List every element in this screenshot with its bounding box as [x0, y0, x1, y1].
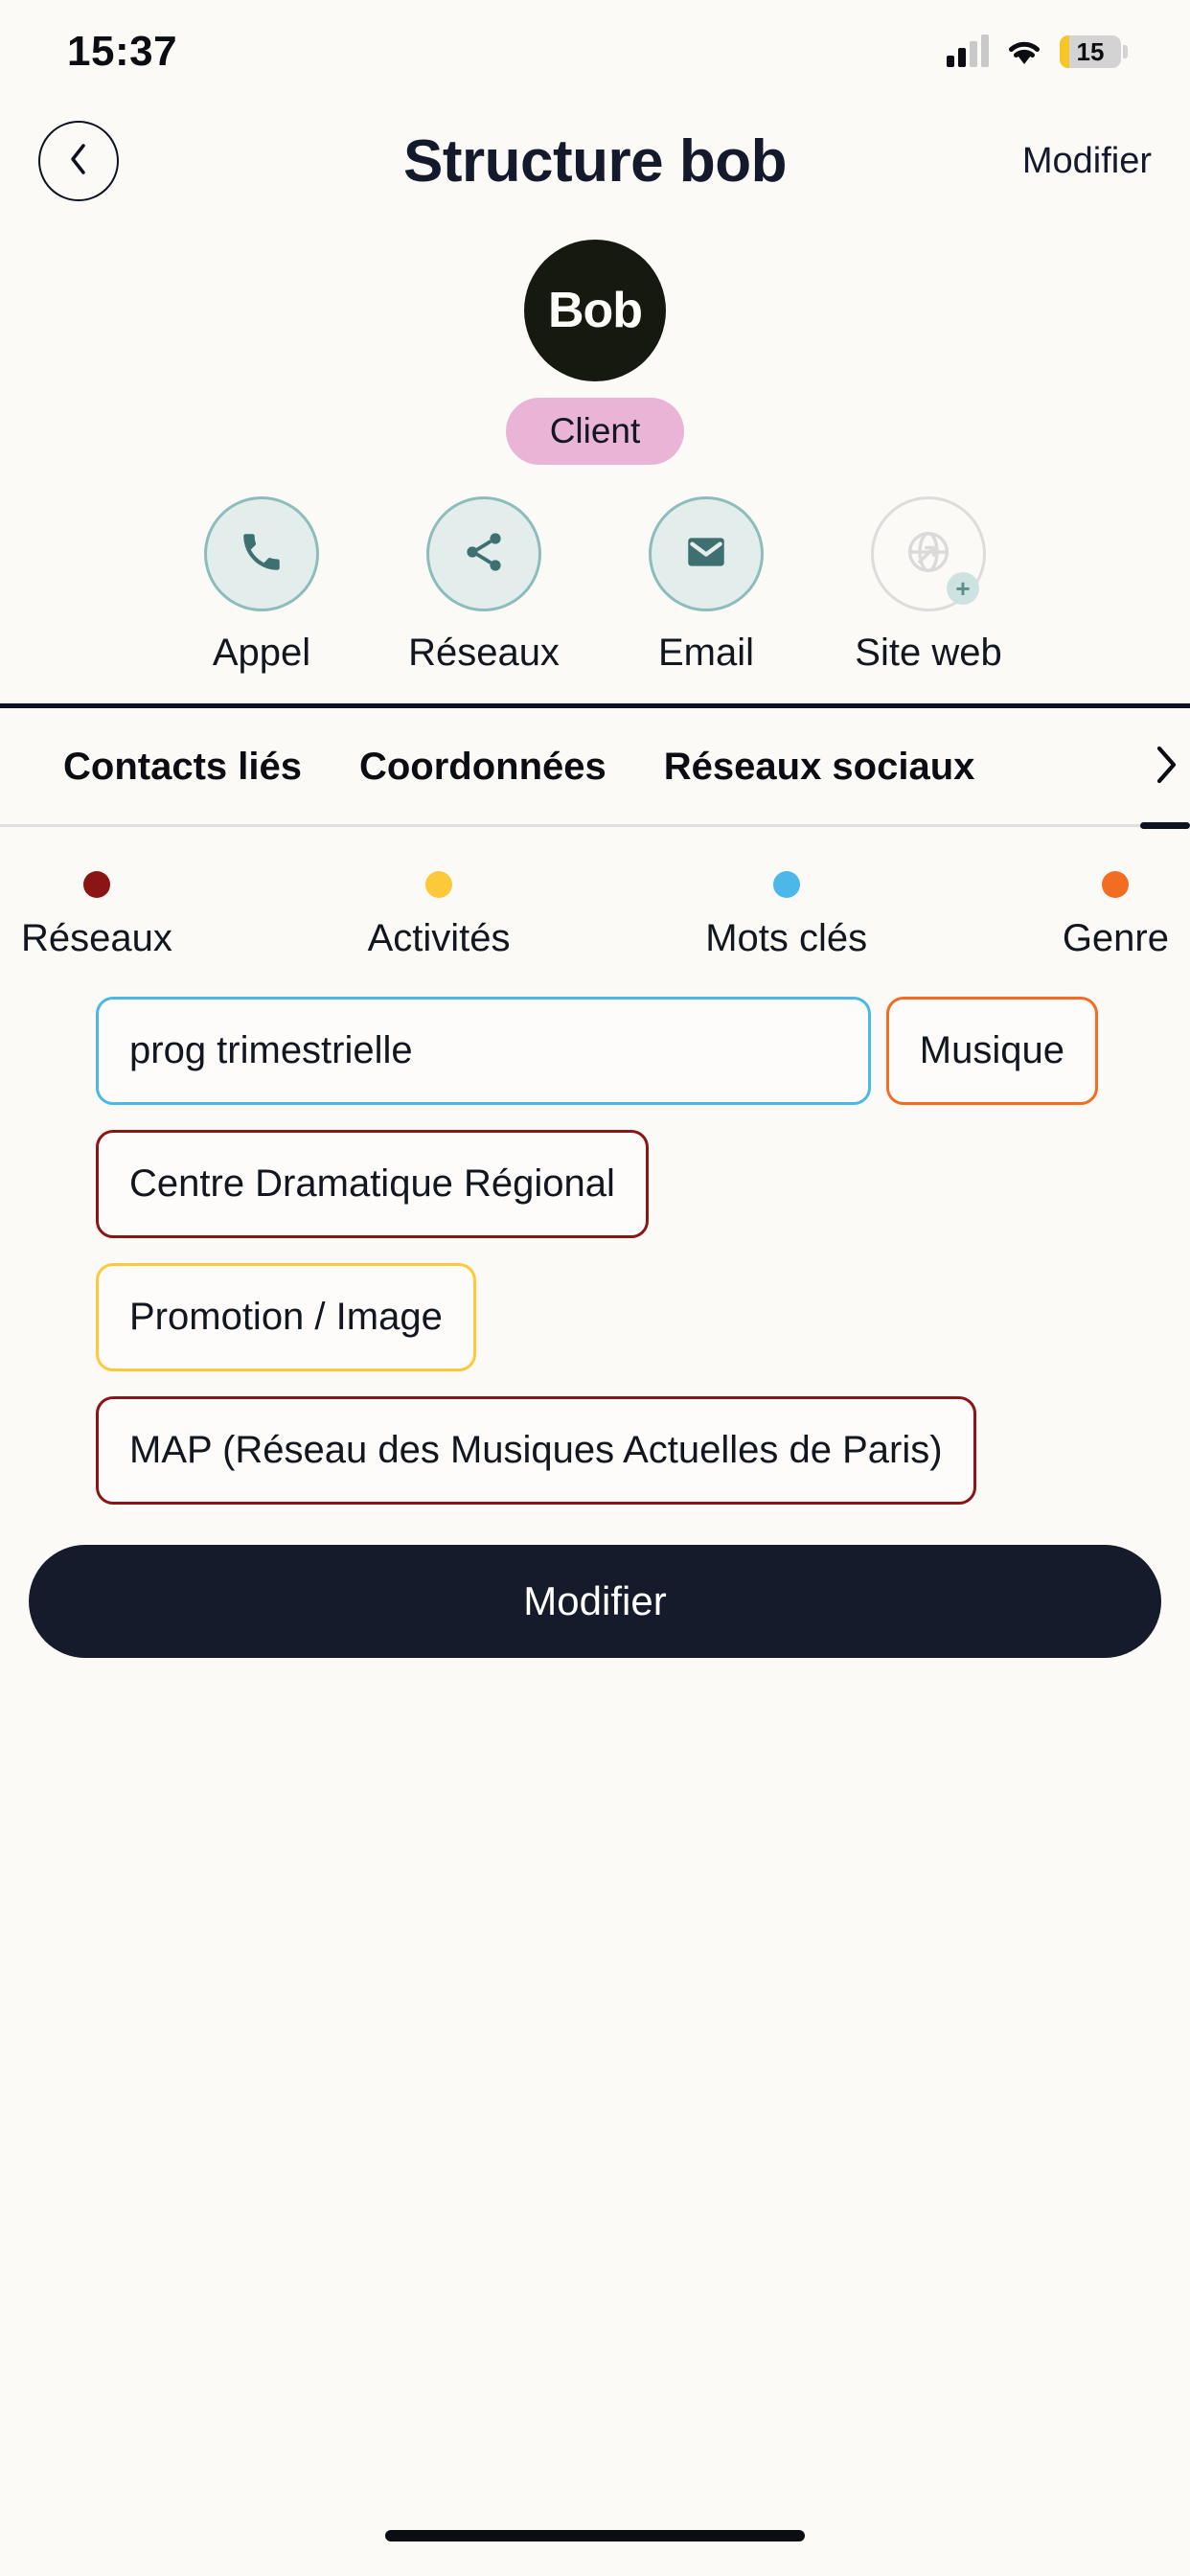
action-circle-appel[interactable]: [204, 496, 319, 611]
mail-icon: [682, 528, 730, 581]
tag-row: prog trimestrielle Musique: [0, 997, 1190, 1105]
legend-label-genre: Genre: [1062, 917, 1169, 959]
legend-item-genre: Genre: [1063, 871, 1169, 960]
tabs-rule: [0, 822, 1190, 829]
structure-detail-screen: 15:37 15 Structure bob Modifier Bob Clie…: [0, 0, 1190, 2576]
phone-icon: [238, 528, 286, 581]
legend-item-reseaux: Réseaux: [21, 871, 172, 960]
battery-percent: 15: [1076, 36, 1105, 66]
tabs-next-button[interactable]: [1150, 743, 1190, 792]
legend-dot-reseaux: [82, 871, 110, 898]
tag-list: prog trimestrielle Musique Centre Dramat…: [0, 960, 1190, 1505]
primary-action-wrap: Modifier: [0, 1505, 1190, 1658]
legend-label-reseaux: Réseaux: [21, 917, 172, 959]
quick-actions: Appel Réseaux Email + Site web: [0, 465, 1190, 675]
plus-icon: +: [947, 572, 979, 605]
globe-icon: [903, 526, 954, 583]
tag-chip[interactable]: Centre Dramatique Régional: [96, 1130, 649, 1238]
legend-dot-genre: [1102, 871, 1130, 898]
tag-chip[interactable]: MAP (Réseau des Musiques Actuelles de Pa…: [96, 1396, 976, 1505]
tab-coordonnees[interactable]: Coordonnées: [331, 746, 635, 789]
tag-chip[interactable]: Musique: [885, 997, 1098, 1105]
tag-row: MAP (Réseau des Musiques Actuelles de Pa…: [0, 1396, 1190, 1505]
home-indicator: [385, 2530, 805, 2542]
action-circle-email[interactable]: [649, 496, 764, 611]
action-email[interactable]: Email: [629, 496, 783, 675]
edit-button[interactable]: Modifier: [29, 1545, 1161, 1658]
edit-link[interactable]: Modifier: [1022, 141, 1152, 182]
battery-icon: 15: [1060, 35, 1128, 68]
legend-dot-mots-cles: [772, 871, 800, 898]
navigation-bar: Structure bob Modifier: [0, 104, 1190, 218]
tab-active-indicator: [1140, 822, 1190, 829]
wifi-icon: [1004, 36, 1044, 67]
page-title: Structure bob: [403, 127, 787, 195]
avatar[interactable]: Bob: [524, 240, 666, 381]
status-bar: 15:37 15: [0, 0, 1190, 104]
action-label-email: Email: [657, 632, 755, 674]
legend-label-activites: Activités: [367, 917, 511, 959]
tab-reseaux-sociaux[interactable]: Réseaux sociaux: [635, 746, 1004, 789]
legend-item-mots-cles: Mots clés: [705, 871, 867, 960]
category-legend: Réseaux Activités Mots clés Genre: [0, 827, 1190, 960]
chevron-right-icon: [1150, 743, 1182, 792]
action-appel[interactable]: Appel: [185, 496, 338, 675]
action-label-reseaux: Réseaux: [408, 632, 560, 674]
tab-bar[interactable]: Contacts liés Coordonnées Réseaux sociau…: [0, 708, 1190, 824]
action-circle-reseaux[interactable]: [426, 496, 541, 611]
action-site-web[interactable]: + Site web: [852, 496, 1005, 675]
action-label-site-web: Site web: [855, 632, 1002, 674]
tag-chip[interactable]: prog trimestrielle: [96, 997, 871, 1105]
legend-label-mots-cles: Mots clés: [705, 917, 868, 959]
tag-chip[interactable]: Promotion / Image: [96, 1263, 476, 1371]
share-icon: [461, 529, 507, 580]
profile-section: Bob Client: [0, 218, 1190, 465]
status-indicators: 15: [947, 34, 1128, 68]
tag-row: Promotion / Image: [0, 1263, 1190, 1371]
action-reseaux[interactable]: Réseaux: [407, 496, 561, 675]
legend-item-activites: Activités: [368, 871, 511, 960]
tab-contacts-lies[interactable]: Contacts liés: [0, 746, 331, 789]
legend-dot-activites: [425, 871, 453, 898]
action-circle-site-web[interactable]: +: [871, 496, 986, 611]
action-label-appel: Appel: [212, 632, 311, 674]
back-button[interactable]: [38, 121, 119, 201]
tag-row: Centre Dramatique Régional: [0, 1130, 1190, 1238]
chevron-left-icon: [64, 141, 93, 182]
avatar-initials: Bob: [547, 283, 643, 338]
cellular-signal-icon: [947, 34, 989, 67]
tabs-section: Contacts liés Coordonnées Réseaux sociau…: [0, 708, 1190, 829]
status-time: 15:37: [67, 28, 178, 75]
status-badge: Client: [505, 398, 685, 465]
